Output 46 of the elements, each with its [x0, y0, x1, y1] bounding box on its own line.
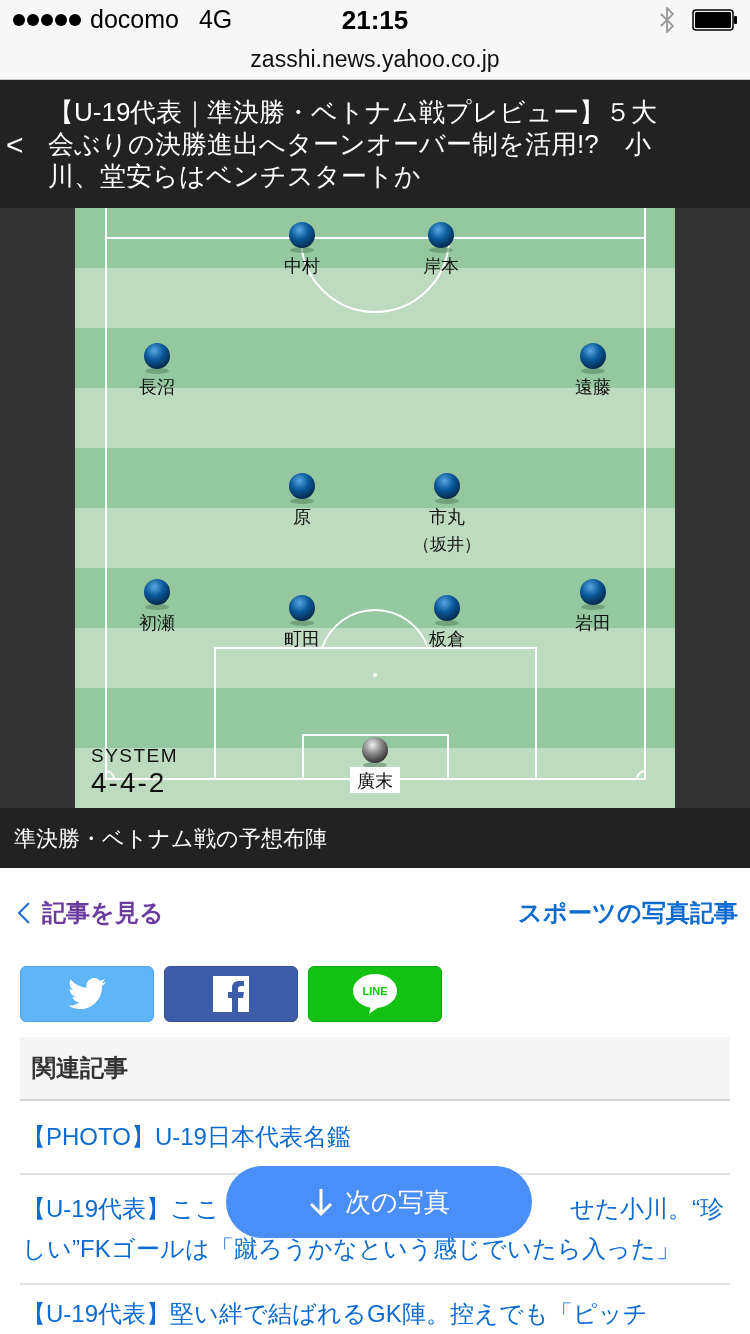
player-name: 遠藤 — [575, 377, 611, 397]
section-title: 関連記事 — [32, 1053, 128, 1083]
player-marker — [434, 473, 460, 504]
system-formation: 4-4-2 — [91, 767, 167, 798]
player-marker — [580, 343, 606, 374]
player-name: 岩田 — [575, 613, 611, 633]
player-marker — [144, 343, 170, 374]
related-article-link[interactable]: せた小川。“珍 — [570, 1189, 724, 1229]
signal-icon — [12, 13, 84, 27]
clock: 21:15 — [341, 3, 409, 37]
player-marker — [289, 473, 315, 504]
system-label: SYSTEM — [91, 745, 179, 766]
player-name: 板倉 — [429, 629, 465, 649]
twitter-share-button[interactable] — [20, 966, 154, 1022]
player-marker — [289, 595, 315, 626]
arrow-down-icon — [308, 1187, 333, 1217]
next-photo-button[interactable]: 次の写真 — [226, 1166, 532, 1238]
category-link[interactable]: スポーツの写真記事 — [518, 895, 738, 931]
player-marker — [289, 222, 315, 253]
bluetooth-icon — [660, 7, 674, 33]
player-marker — [144, 579, 170, 610]
player-name: 原 — [293, 507, 311, 527]
facebook-icon — [213, 976, 249, 1012]
player-substitute: （坂井） — [413, 535, 481, 554]
player-name: 町田 — [284, 629, 320, 649]
player-name: 廣末 — [357, 771, 393, 791]
battery-icon — [692, 9, 738, 31]
network-type: 4G — [198, 4, 233, 36]
related-article-link[interactable]: 【U-19代表】ここ — [22, 1189, 221, 1229]
facebook-share-button[interactable] — [164, 966, 298, 1022]
back-to-article-link[interactable]: 記事を見る — [18, 895, 164, 931]
photo-caption: 準決勝・ベトナム戦の予想布陣 — [14, 824, 327, 853]
player-name: 長沼 — [139, 377, 175, 397]
player-marker — [580, 579, 606, 610]
player-name: 市丸 — [429, 507, 465, 527]
url-text[interactable]: zasshi.news.yahoo.co.jp — [250, 42, 500, 77]
carrier-name: docomo — [90, 4, 179, 36]
player-marker — [362, 737, 388, 768]
bird-icon — [68, 978, 106, 1010]
player-marker — [434, 595, 460, 626]
article-title: 【U-19代表｜準決勝・ベトナム戦プレビュー】５大 会ぶりの決勝進出へターンオーバー制を活用!? 小 川、堂安らはベンチスタートか — [48, 96, 659, 192]
player-marker — [428, 222, 454, 253]
related-article-link[interactable]: 【U-19代表】堅い絆で結ばれるGK陣。控えでも「ピッチ — [20, 1285, 730, 1329]
chevron-left-icon — [18, 902, 30, 924]
back-button[interactable]: < — [0, 121, 34, 167]
player-name: 初瀬 — [139, 613, 175, 633]
